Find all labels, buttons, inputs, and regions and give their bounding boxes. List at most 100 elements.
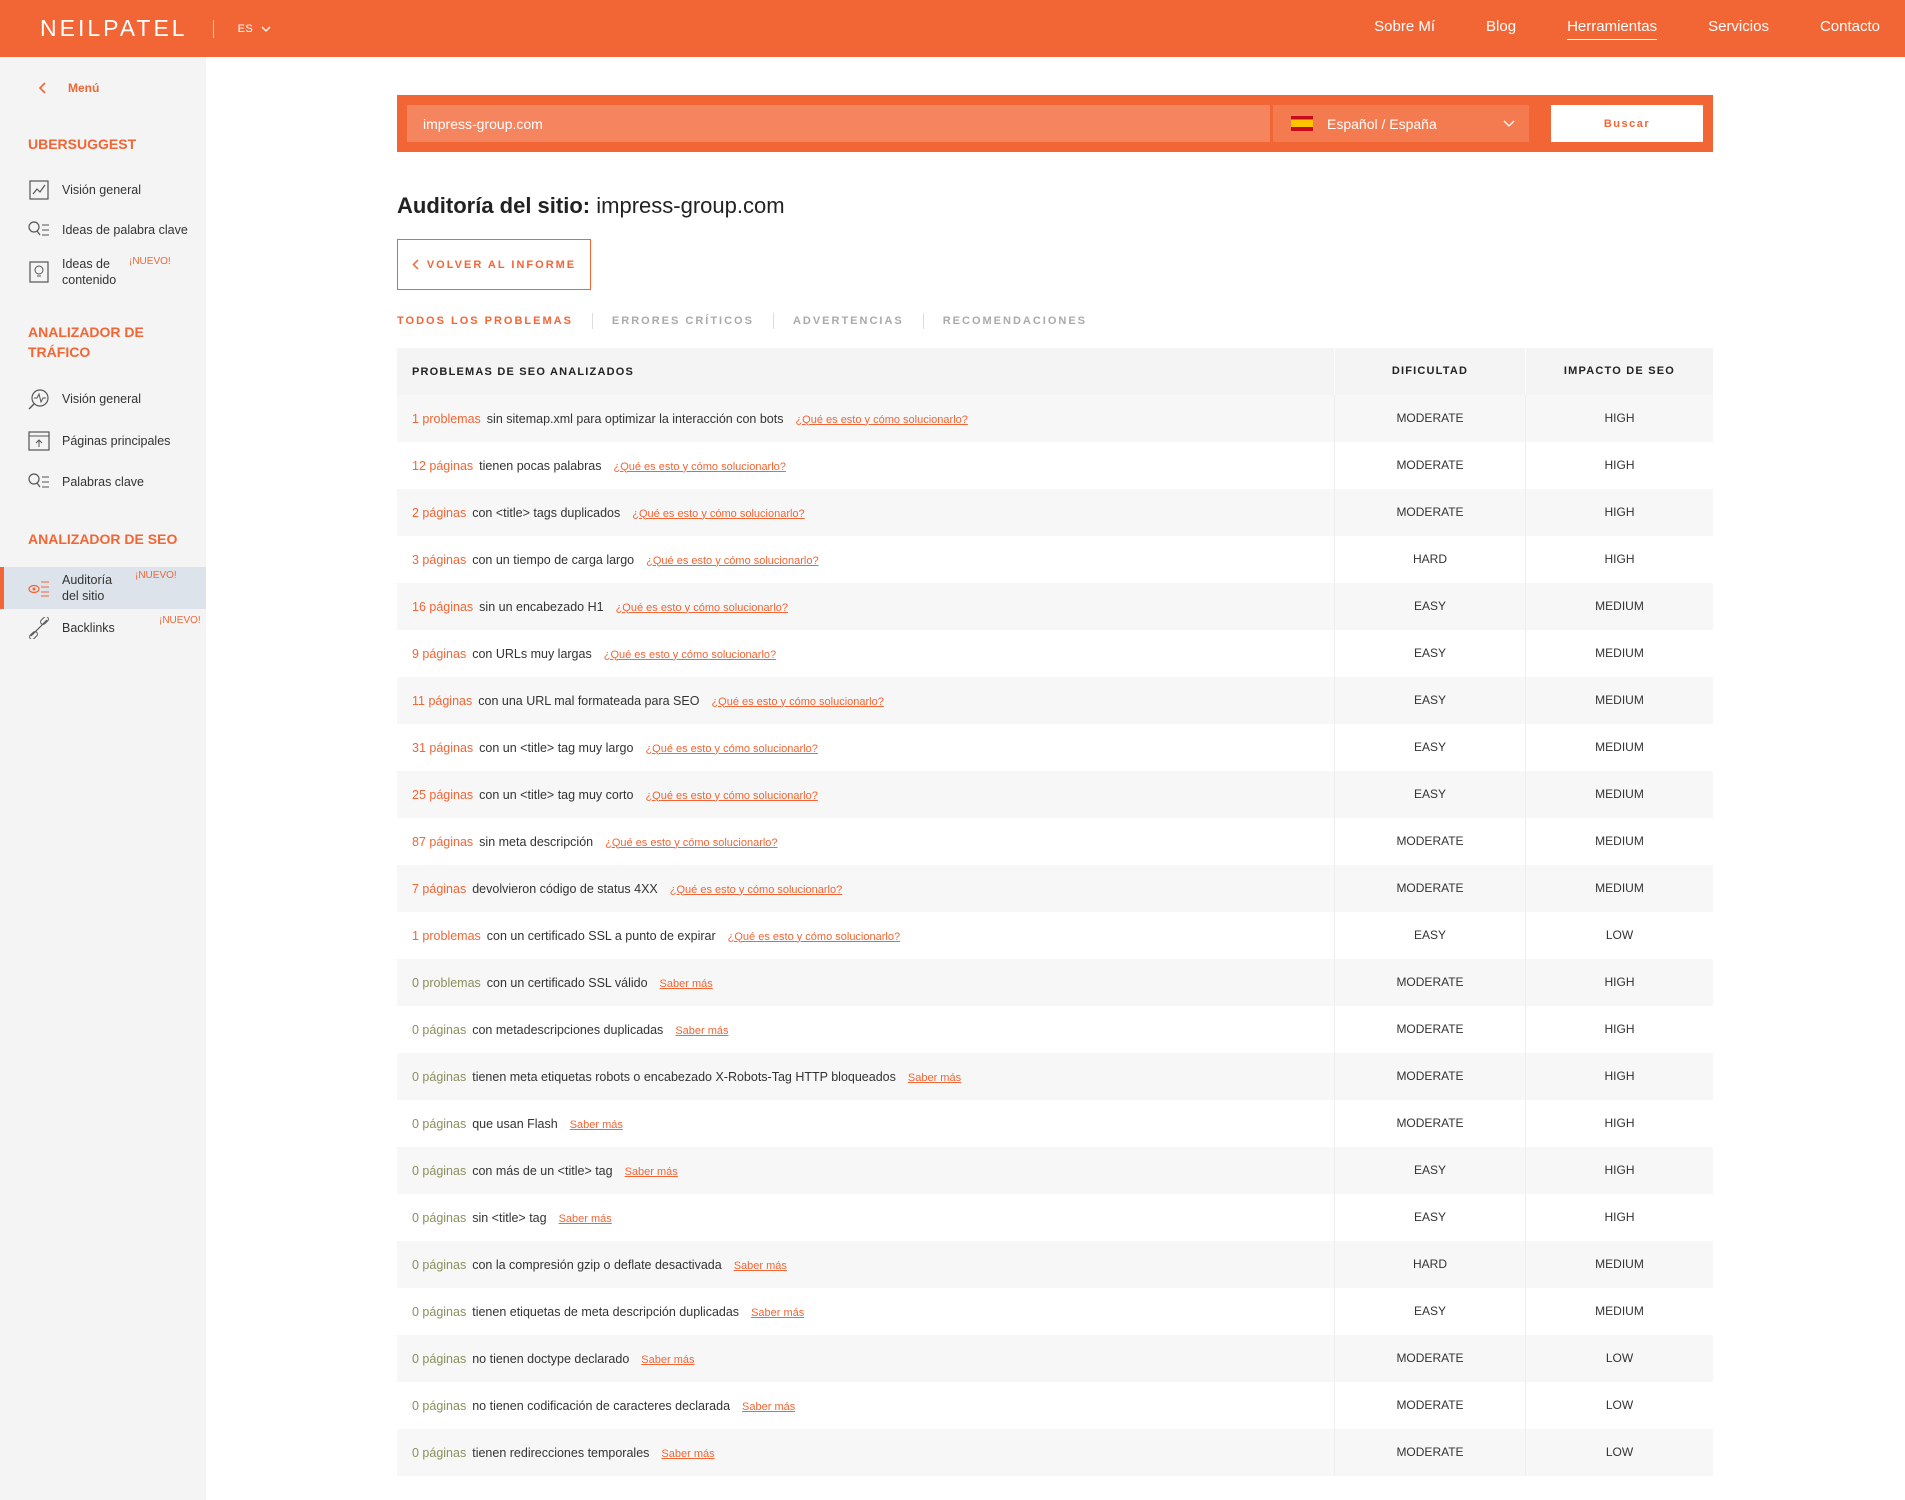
issue-count[interactable]: 31 páginas — [412, 741, 473, 755]
sidebar-item-seo-audit[interactable]: Auditoría del sitio ¡NUEVO! — [0, 567, 206, 609]
sidebar-item-ub-keywords[interactable]: Ideas de palabra clave — [28, 219, 206, 241]
issue-help-link[interactable]: ¿Qué es esto y cómo solucionarlo? — [646, 555, 818, 567]
issue-help-link[interactable]: ¿Qué es esto y cómo solucionarlo? — [670, 884, 842, 896]
sidebar-item-tr-pages[interactable]: Páginas principales — [28, 430, 206, 452]
difficulty-cell: MODERATE — [1334, 1100, 1525, 1147]
issue-count[interactable]: 0 páginas — [412, 1117, 466, 1131]
nav-sobre-mi[interactable]: Sobre Mí — [1374, 18, 1435, 40]
table-row: 16 páginas sin un encabezado H1 ¿Qué es es… — [397, 583, 1713, 630]
sidebar-item-label-group: Ideas de contenido — [62, 256, 116, 288]
issue-help-link[interactable]: Saber más — [734, 1260, 787, 1272]
sidebar-item-seo-backlinks[interactable]: Backlinks ¡NUEVO! — [28, 615, 206, 639]
table-row: 0 páginas con más de un <title> tag Saber … — [397, 1147, 1713, 1194]
issue-count[interactable]: 1 problemas — [412, 929, 481, 943]
issue-count[interactable]: 1 problemas — [412, 412, 481, 426]
issue-cell: 87 páginas sin meta descripción ¿Qué es es… — [397, 835, 1334, 849]
language-code: ES — [237, 22, 254, 35]
language-select[interactable]: Español / España — [1273, 105, 1529, 142]
issue-count[interactable]: 9 páginas — [412, 647, 466, 661]
issue-help-link[interactable]: ¿Qué es esto y cómo solucionarlo? — [645, 743, 817, 755]
issue-cell: 31 páginas con un <title> tag muy largo ¿Q… — [397, 741, 1334, 755]
issue-help-link[interactable]: ¿Qué es esto y cómo solucionarlo? — [616, 602, 788, 614]
tab-warnings[interactable]: ADVERTENCIAS — [793, 315, 904, 327]
tab-all-issues[interactable]: TODOS LOS PROBLEMAS — [397, 315, 573, 327]
table-row: 0 páginas que usan Flash Saber más MODERATE… — [397, 1100, 1713, 1147]
sidebar-item-label: contenido — [62, 273, 117, 287]
back-to-report-button[interactable]: VOLVER AL INFORME — [397, 239, 591, 290]
nav-herramientas[interactable]: Herramientas — [1567, 18, 1658, 40]
sidebar-item-label: Visión general — [62, 392, 141, 406]
sidebar-item-ub-content[interactable]: Ideas de contenido ¡NUEVO! — [28, 256, 206, 288]
issue-cell: 0 páginas sin <title> tag Saber más — [397, 1211, 1334, 1225]
difficulty-cell: EASY — [1334, 630, 1525, 677]
sidebar-item-label: Visión general — [62, 183, 141, 197]
issue-count[interactable]: 87 páginas — [412, 835, 473, 849]
tab-recommendations[interactable]: RECOMENDACIONES — [943, 315, 1087, 327]
issue-count[interactable]: 2 páginas — [412, 506, 466, 520]
issue-count[interactable]: 0 páginas — [412, 1399, 466, 1413]
issue-count[interactable]: 0 problemas — [412, 976, 481, 990]
nav-contacto[interactable]: Contacto — [1820, 18, 1880, 40]
issue-help-link[interactable]: Saber más — [751, 1307, 804, 1319]
issue-count[interactable]: 0 páginas — [412, 1164, 466, 1178]
site-logo[interactable]: NEILPATEL — [40, 15, 188, 42]
issue-help-link[interactable]: Saber más — [570, 1119, 623, 1131]
back-button-label: VOLVER AL INFORME — [426, 258, 577, 271]
sidebar-item-label: Backlinks — [62, 621, 115, 635]
issue-count[interactable]: 16 páginas — [412, 600, 473, 614]
table-row: 7 páginas devolvieron código de status 4X… — [397, 865, 1713, 912]
issue-description: con un tiempo de carga largo — [472, 552, 635, 567]
sidebar-item-tr-overview[interactable]: Visión general — [28, 388, 206, 410]
tab-critical-errors[interactable]: ERRORES CRÍTICOS — [612, 315, 754, 327]
issue-count[interactable]: 0 páginas — [412, 1023, 466, 1037]
nav-servicios[interactable]: Servicios — [1708, 18, 1769, 40]
language-switcher[interactable]: ES — [238, 23, 272, 35]
issue-help-link[interactable]: ¿Qué es esto y cómo solucionarlo? — [632, 508, 804, 520]
sidebar-item-tr-keywords[interactable]: Palabras clave — [28, 471, 206, 493]
difficulty-cell: MODERATE — [1334, 959, 1525, 1006]
lightbulb-icon — [28, 261, 50, 283]
section-traffic: ANALIZADOR DE TRÁFICO — [28, 324, 144, 360]
issue-help-link[interactable]: ¿Qué es esto y cómo solucionarlo? — [645, 790, 817, 802]
column-header-difficulty: DIFICULTAD — [1334, 348, 1525, 395]
issue-count[interactable]: 0 páginas — [412, 1258, 466, 1272]
issue-count[interactable]: 0 páginas — [412, 1070, 466, 1084]
domain-search-input[interactable] — [407, 105, 1270, 142]
issue-description: sin un encabezado H1 — [479, 599, 604, 614]
issue-count[interactable]: 25 páginas — [412, 788, 473, 802]
issue-help-link[interactable]: ¿Qué es esto y cómo solucionarlo? — [795, 414, 967, 426]
issue-help-link[interactable]: Saber más — [625, 1166, 678, 1178]
impact-cell: HIGH — [1525, 959, 1713, 1006]
search-button[interactable]: Buscar — [1551, 105, 1703, 142]
issue-count[interactable]: 0 páginas — [412, 1305, 466, 1319]
issue-help-link[interactable]: ¿Qué es esto y cómo solucionarlo? — [711, 696, 883, 708]
issue-count[interactable]: 0 páginas — [412, 1211, 466, 1225]
nav-blog[interactable]: Blog — [1486, 18, 1516, 40]
issue-help-link[interactable]: Saber más — [641, 1354, 694, 1366]
issue-count[interactable]: 0 páginas — [412, 1446, 466, 1460]
issue-help-link[interactable]: Saber más — [675, 1025, 728, 1037]
issue-help-link[interactable]: Saber más — [908, 1072, 961, 1084]
table-row: 1 problemas sin sitemap.xml para optimiza… — [397, 395, 1713, 442]
issue-count[interactable]: 0 páginas — [412, 1352, 466, 1366]
menu-back-button[interactable]: Menú — [38, 81, 99, 95]
issue-description: con más de un <title> tag — [472, 1163, 613, 1178]
issue-help-link[interactable]: ¿Qué es esto y cómo solucionarlo? — [728, 931, 900, 943]
difficulty-cell: EASY — [1334, 771, 1525, 818]
tab-divider — [772, 313, 774, 329]
issue-help-link[interactable]: Saber más — [742, 1401, 795, 1413]
issue-help-link[interactable]: ¿Qué es esto y cómo solucionarlo? — [604, 649, 776, 661]
issue-cell: 1 problemas sin sitemap.xml para optimiza… — [397, 412, 1334, 426]
issue-help-link[interactable]: ¿Qué es esto y cómo solucionarlo? — [605, 837, 777, 849]
issue-help-link[interactable]: ¿Qué es esto y cómo solucionarlo? — [613, 461, 785, 473]
issue-help-link[interactable]: Saber más — [559, 1213, 612, 1225]
sidebar: Menú UBERSUGGEST Visión general Ideas de… — [0, 57, 206, 1500]
issue-help-link[interactable]: Saber más — [660, 978, 713, 990]
issue-description: sin meta descripción — [479, 834, 594, 849]
issue-count[interactable]: 11 páginas — [412, 694, 472, 708]
sidebar-item-ub-overview[interactable]: Visión general — [28, 179, 206, 201]
issue-count[interactable]: 12 páginas — [412, 459, 473, 473]
issue-count[interactable]: 7 páginas — [412, 882, 466, 896]
issue-help-link[interactable]: Saber más — [661, 1448, 714, 1460]
issue-count[interactable]: 3 páginas — [412, 553, 466, 567]
